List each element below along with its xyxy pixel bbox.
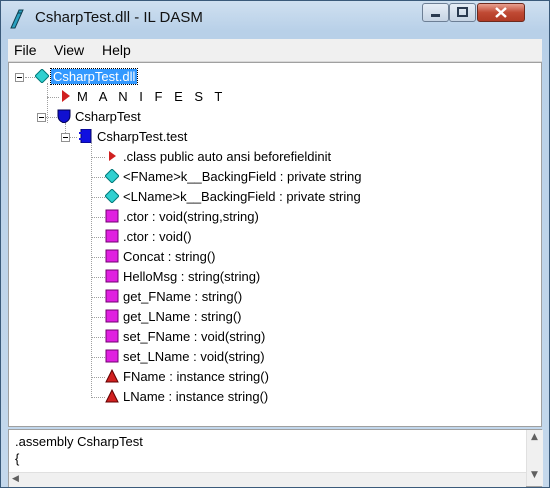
tree-node-label: .class public auto ansi beforefieldinit (123, 149, 332, 164)
expander-root[interactable] (15, 73, 24, 82)
tree-node-label: CsharpTest.dll (49, 68, 139, 85)
tree-connector (91, 357, 105, 358)
method-icon (105, 249, 119, 263)
minimize-button[interactable] (422, 3, 449, 22)
maximize-button[interactable] (449, 3, 476, 22)
tree-connector (91, 157, 105, 158)
scroll-down-arrow-icon[interactable]: ▼ (531, 470, 538, 480)
tree-connector (47, 97, 59, 98)
tree-node-label: LName : instance string() (123, 389, 269, 404)
info-pane[interactable]: .assembly CsharpTest { ▲ ▼ ◀ (8, 429, 543, 487)
tree-node-label: set_LName : void(string) (123, 349, 265, 364)
minimize-icon (431, 14, 440, 17)
tree-connector (91, 337, 105, 338)
close-button[interactable] (477, 3, 525, 22)
title-bar[interactable]: CsharpTest.dll - IL DASM (1, 1, 549, 37)
tree-view[interactable]: CsharpTest.dll M A N I F E S T CsharpTes… (8, 62, 542, 427)
method-icon (105, 289, 119, 303)
namespace-shield-icon (57, 109, 71, 123)
tree-node-label: CsharpTest.test (97, 129, 188, 144)
method-icon (105, 209, 119, 223)
info-line: { (15, 451, 20, 466)
field-icon (105, 169, 119, 183)
menu-help[interactable]: Help (102, 42, 131, 58)
close-icon (495, 7, 507, 18)
tree-connector (91, 197, 105, 198)
tree-node-label: HelloMsg : string(string) (123, 269, 261, 284)
class-icon (79, 129, 92, 143)
vertical-scrollbar[interactable]: ▲ ▼ (526, 430, 543, 486)
menu-file[interactable]: File (14, 42, 37, 58)
tree-node-label: M A N I F E S T (77, 89, 227, 104)
tree-connector (91, 397, 105, 398)
tree-connector (91, 237, 105, 238)
scroll-up-arrow-icon[interactable]: ▲ (531, 432, 538, 442)
tree-connector (91, 217, 105, 218)
tree-connector (91, 257, 105, 258)
tree-node-label: Concat : string() (123, 249, 216, 264)
tree-node-label: <LName>k__BackingField : private string (123, 189, 361, 204)
tree-connector (91, 177, 105, 178)
method-icon (105, 269, 119, 283)
tree-connector (91, 317, 105, 318)
expander-class[interactable] (61, 133, 70, 142)
info-line: .assembly CsharpTest (15, 434, 143, 449)
tree-connector (91, 143, 92, 396)
tree-node-label: CsharpTest (75, 109, 141, 124)
tree-node-label: set_FName : void(string) (123, 329, 266, 344)
ildasm-window: CsharpTest.dll - IL DASM File View Help (0, 0, 550, 488)
manifest-icon (62, 90, 70, 102)
method-icon (105, 329, 119, 343)
maximize-icon (457, 7, 468, 17)
class-info-icon (109, 151, 116, 161)
tree-connector (91, 377, 105, 378)
tree-connector (91, 297, 105, 298)
tree-node-label: get_FName : string() (123, 289, 243, 304)
tree-node-label: .ctor : void(string,string) (123, 209, 259, 224)
field-icon (105, 189, 119, 203)
assembly-icon (35, 69, 49, 83)
tree-connector (25, 77, 35, 78)
property-icon (105, 369, 119, 383)
tree-node-label: FName : instance string() (123, 369, 269, 384)
ildasm-app-icon (10, 9, 24, 29)
horizontal-scrollbar[interactable]: ◀ (9, 472, 526, 487)
menu-bar: File View Help (8, 39, 542, 62)
tree-node-label: get_LName : string() (123, 309, 242, 324)
tree-node-label: .ctor : void() (123, 229, 192, 244)
method-icon (105, 309, 119, 323)
scroll-left-arrow-icon[interactable]: ◀ (12, 474, 19, 484)
menu-view[interactable]: View (54, 42, 84, 58)
window-title: CsharpTest.dll - IL DASM (35, 9, 203, 26)
property-icon (105, 389, 119, 403)
tree-connector (91, 277, 105, 278)
method-icon (105, 229, 119, 243)
tree-node-label: <FName>k__BackingField : private string (123, 169, 362, 184)
method-icon (105, 349, 119, 363)
expander-namespace[interactable] (37, 113, 46, 122)
tree-connector (45, 117, 57, 118)
